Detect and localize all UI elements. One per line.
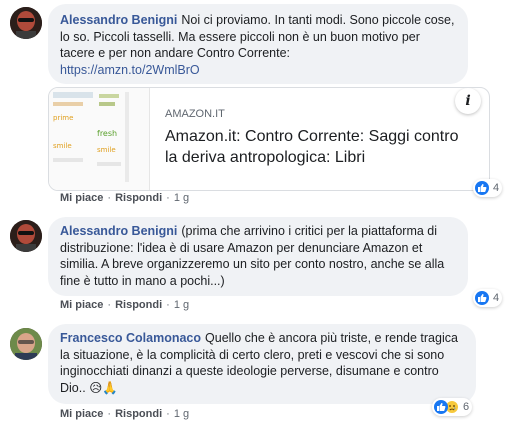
preview-site: AMAZON.IT xyxy=(165,108,225,120)
like-icon xyxy=(475,291,489,305)
separator: · xyxy=(166,192,170,204)
comment-actions: Mi piace · Rispondi · 1 g xyxy=(60,408,189,420)
svg-text:prime: prime xyxy=(53,114,73,122)
comment-author[interactable]: Alessandro Benigni xyxy=(60,13,177,27)
avatar-francesco[interactable] xyxy=(10,328,42,360)
reaction-summary[interactable]: 4 xyxy=(473,289,503,307)
reply-button[interactable]: Rispondi xyxy=(115,299,162,311)
reaction-count: 4 xyxy=(493,292,500,304)
separator: · xyxy=(107,408,112,420)
svg-text:fresh: fresh xyxy=(97,129,117,138)
avatar-image xyxy=(10,328,42,360)
emoji-reactions: 😥🙏 xyxy=(89,380,118,395)
link-preview[interactable]: prime smile fresh smile AMAZON.IT Amazon… xyxy=(48,87,490,191)
timestamp[interactable]: 1 g xyxy=(174,192,189,204)
svg-text:smile: smile xyxy=(97,146,116,154)
info-button[interactable]: i xyxy=(455,88,481,114)
like-button[interactable]: Mi piace xyxy=(60,299,103,311)
separator: · xyxy=(166,299,170,311)
avatar-alessandro-1[interactable] xyxy=(10,7,42,39)
like-icon xyxy=(475,181,489,195)
reaction-count: 6 xyxy=(463,401,470,413)
reaction-summary[interactable]: 4 xyxy=(473,179,503,197)
like-button[interactable]: Mi piace xyxy=(60,408,103,420)
preview-thumbnail: prime smile fresh smile xyxy=(49,88,150,190)
reply-button[interactable]: Rispondi xyxy=(115,408,162,420)
comment-actions: Mi piace · Rispondi · 1 g xyxy=(60,192,189,204)
reply-button[interactable]: Rispondi xyxy=(115,192,162,204)
comment-bubble: Alessandro Benigni (prima che arrivino i … xyxy=(48,217,468,296)
like-icon xyxy=(434,400,448,414)
like-button[interactable]: Mi piace xyxy=(60,192,103,204)
avatar-image xyxy=(10,220,42,252)
comment-author[interactable]: Alessandro Benigni xyxy=(60,224,177,238)
comment-bubble: Francesco Colamonaco Quello che è ancora … xyxy=(48,324,476,404)
separator: · xyxy=(107,299,112,311)
timestamp[interactable]: 1 g xyxy=(174,408,189,420)
comment-link[interactable]: https://amzn.to/2WmlBrO xyxy=(60,63,200,77)
reaction-count: 4 xyxy=(493,182,500,194)
timestamp[interactable]: 1 g xyxy=(174,299,189,311)
comment-bubble: Alessandro Benigni Noi ci proviamo. In ta… xyxy=(48,4,468,84)
avatar-image xyxy=(10,7,42,39)
info-icon: i xyxy=(465,93,471,109)
svg-text:smile: smile xyxy=(53,142,72,150)
preview-title[interactable]: Amazon.it: Contro Corrente: Saggi contro… xyxy=(165,126,465,168)
avatar-alessandro-2[interactable] xyxy=(10,220,42,252)
comment-actions: Mi piace · Rispondi · 1 g xyxy=(60,299,189,311)
separator: · xyxy=(107,192,112,204)
comment-author[interactable]: Francesco Colamonaco xyxy=(60,331,201,345)
separator: · xyxy=(166,408,170,420)
reaction-summary[interactable]: 6 xyxy=(432,398,473,416)
